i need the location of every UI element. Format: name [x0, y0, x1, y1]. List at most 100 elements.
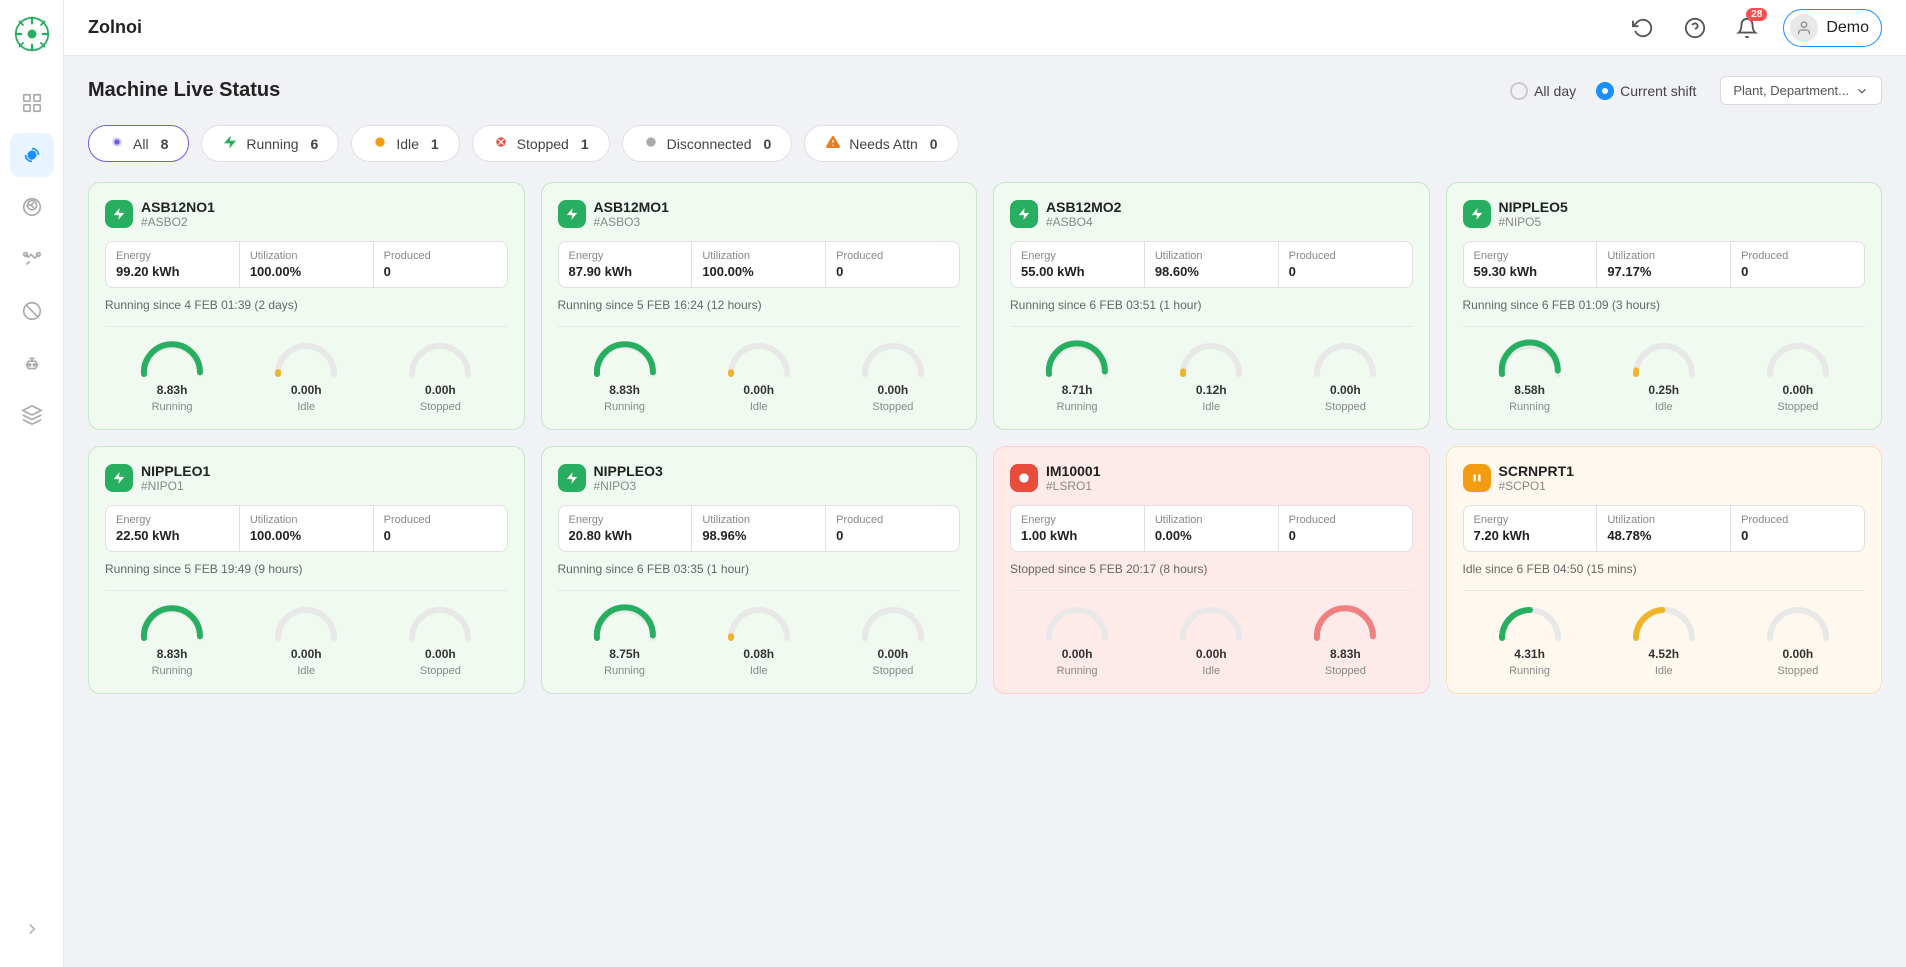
- app-logo[interactable]: [14, 16, 50, 73]
- filter-tab-idle[interactable]: Idle 1: [351, 125, 459, 162]
- utilization-value: 100.00%: [250, 528, 363, 543]
- filter-tab-disconnected[interactable]: Disconnected 0: [622, 125, 793, 162]
- machine-card[interactable]: ASB12MO1 #ASBO3 Energy 87.90 kWh Utiliza…: [541, 182, 978, 430]
- gauge-value-stopped: 0.00h: [1783, 647, 1814, 661]
- notifications-button[interactable]: 28: [1731, 12, 1763, 44]
- card-status-icon: [558, 200, 586, 228]
- metric-produced: Produced 0: [374, 506, 507, 551]
- card-machine-code: #NIPO1: [141, 479, 210, 493]
- sidebar-item-robot[interactable]: [10, 341, 54, 385]
- gauge-label-stopped: Stopped: [420, 665, 461, 677]
- produced-value: 0: [384, 264, 497, 279]
- filter-icon-all: [109, 134, 125, 153]
- gauge-stopped: 0.00h Stopped: [858, 339, 928, 413]
- gauge-idle: 0.12h Idle: [1176, 339, 1246, 413]
- machine-card[interactable]: NIPPLEO1 #NIPO1 Energy 22.50 kWh Utiliza…: [88, 446, 525, 694]
- plant-department-dropdown[interactable]: Plant, Department...: [1720, 76, 1882, 105]
- card-machine-code: #ASBO3: [594, 215, 669, 229]
- radio-allday[interactable]: All day: [1510, 82, 1576, 100]
- produced-label: Produced: [1741, 250, 1854, 262]
- card-status-text: Running since 4 FEB 01:39 (2 days): [105, 298, 508, 312]
- energy-value: 99.20 kWh: [116, 264, 229, 279]
- filter-icon-idle: [372, 134, 388, 153]
- card-divider: [558, 326, 961, 327]
- gauge-label-running: Running: [1057, 665, 1098, 677]
- filter-tab-all[interactable]: All 8: [88, 125, 189, 162]
- card-metrics: Energy 20.80 kWh Utilization 98.96% Prod…: [558, 505, 961, 552]
- machine-cards-grid: ASB12NO1 #ASBO2 Energy 99.20 kWh Utiliza…: [88, 182, 1882, 694]
- card-metrics: Energy 59.30 kWh Utilization 97.17% Prod…: [1463, 241, 1866, 288]
- gauge-label-idle: Idle: [750, 665, 768, 677]
- utilization-value: 48.78%: [1607, 528, 1720, 543]
- gauge-value-stopped: 8.83h: [1330, 647, 1361, 661]
- machine-card[interactable]: ASB12NO1 #ASBO2 Energy 99.20 kWh Utiliza…: [88, 182, 525, 430]
- utilization-label: Utilization: [250, 514, 363, 526]
- gauge-value-running: 8.83h: [157, 383, 188, 397]
- filter-tab-stopped[interactable]: Stopped 1: [472, 125, 610, 162]
- metric-utilization: Utilization 100.00%: [240, 242, 374, 287]
- gauge-label-stopped: Stopped: [420, 401, 461, 413]
- gauge-value-running: 8.83h: [609, 383, 640, 397]
- produced-value: 0: [836, 264, 949, 279]
- navbar-actions: 28 Demo: [1627, 9, 1882, 47]
- app-brand: Zolnoi: [88, 17, 1611, 38]
- sidebar-expand-btn[interactable]: [10, 907, 54, 951]
- filter-tab-running[interactable]: Running 6: [201, 125, 339, 162]
- card-status-text: Running since 5 FEB 16:24 (12 hours): [558, 298, 961, 312]
- sidebar-item-maintenance[interactable]: [10, 185, 54, 229]
- utilization-value: 100.00%: [250, 264, 363, 279]
- sidebar-item-disabled[interactable]: [10, 289, 54, 333]
- gauge-label-stopped: Stopped: [1325, 665, 1366, 677]
- metric-produced: Produced 0: [1731, 242, 1864, 287]
- gauge-label-running: Running: [1057, 401, 1098, 413]
- gauge-stopped: 0.00h Stopped: [405, 339, 475, 413]
- gauge-running: 8.71h Running: [1042, 339, 1112, 413]
- main-content: Zolnoi 28: [64, 0, 1906, 967]
- card-metrics: Energy 7.20 kWh Utilization 48.78% Produ…: [1463, 505, 1866, 552]
- filter-count-idle: 1: [431, 136, 439, 152]
- gauge-idle: 0.00h Idle: [271, 339, 341, 413]
- machine-card[interactable]: NIPPLEO3 #NIPO3 Energy 20.80 kWh Utiliza…: [541, 446, 978, 694]
- gauge-value-running: 8.75h: [609, 647, 640, 661]
- page-area: Machine Live Status All day Current shif…: [64, 56, 1906, 967]
- energy-value: 7.20 kWh: [1474, 528, 1587, 543]
- gauge-label-running: Running: [152, 665, 193, 677]
- energy-value: 1.00 kWh: [1021, 528, 1134, 543]
- energy-value: 55.00 kWh: [1021, 264, 1134, 279]
- gauge-value-running: 8.83h: [157, 647, 188, 661]
- metric-utilization: Utilization 98.96%: [692, 506, 826, 551]
- card-machine-name: ASB12MO1: [594, 199, 669, 215]
- card-divider: [1010, 590, 1413, 591]
- sidebar-item-layers[interactable]: [10, 393, 54, 437]
- card-header: NIPPLEO1 #NIPO1: [105, 463, 508, 493]
- sidebar-item-analytics[interactable]: [10, 237, 54, 281]
- refresh-button[interactable]: [1627, 12, 1659, 44]
- machine-card[interactable]: NIPPLEO5 #NIPO5 Energy 59.30 kWh Utiliza…: [1446, 182, 1883, 430]
- gauge-value-idle: 0.25h: [1648, 383, 1679, 397]
- machine-card[interactable]: IM10001 #LSRO1 Energy 1.00 kWh Utilizati…: [993, 446, 1430, 694]
- produced-label: Produced: [1289, 514, 1402, 526]
- machine-card[interactable]: ASB12MO2 #ASBO4 Energy 55.00 kWh Utiliza…: [993, 182, 1430, 430]
- radio-current-shift[interactable]: Current shift: [1596, 82, 1696, 100]
- metric-produced: Produced 0: [1279, 242, 1412, 287]
- user-menu-button[interactable]: Demo: [1783, 9, 1882, 47]
- gauge-idle: 0.25h Idle: [1629, 339, 1699, 413]
- energy-label: Energy: [116, 514, 229, 526]
- filter-tab-needs-attn[interactable]: Needs Attn 0: [804, 125, 958, 162]
- sidebar-item-grid[interactable]: [10, 81, 54, 125]
- sidebar-item-live[interactable]: [10, 133, 54, 177]
- card-status-text: Running since 6 FEB 03:51 (1 hour): [1010, 298, 1413, 312]
- gauge-label-running: Running: [152, 401, 193, 413]
- help-button[interactable]: [1679, 12, 1711, 44]
- gauge-value-idle: 0.00h: [1196, 647, 1227, 661]
- card-header: SCRNPRT1 #SCPO1: [1463, 463, 1866, 493]
- gauge-value-idle: 4.52h: [1648, 647, 1679, 661]
- produced-label: Produced: [384, 514, 497, 526]
- gauge-value-stopped: 0.00h: [878, 383, 909, 397]
- gauge-stopped: 0.00h Stopped: [1310, 339, 1380, 413]
- machine-card[interactable]: SCRNPRT1 #SCPO1 Energy 7.20 kWh Utilizat…: [1446, 446, 1883, 694]
- card-status-icon: [1010, 464, 1038, 492]
- card-status-text: Idle since 6 FEB 04:50 (15 mins): [1463, 562, 1866, 576]
- metric-utilization: Utilization 100.00%: [692, 242, 826, 287]
- gauge-label-idle: Idle: [1655, 665, 1673, 677]
